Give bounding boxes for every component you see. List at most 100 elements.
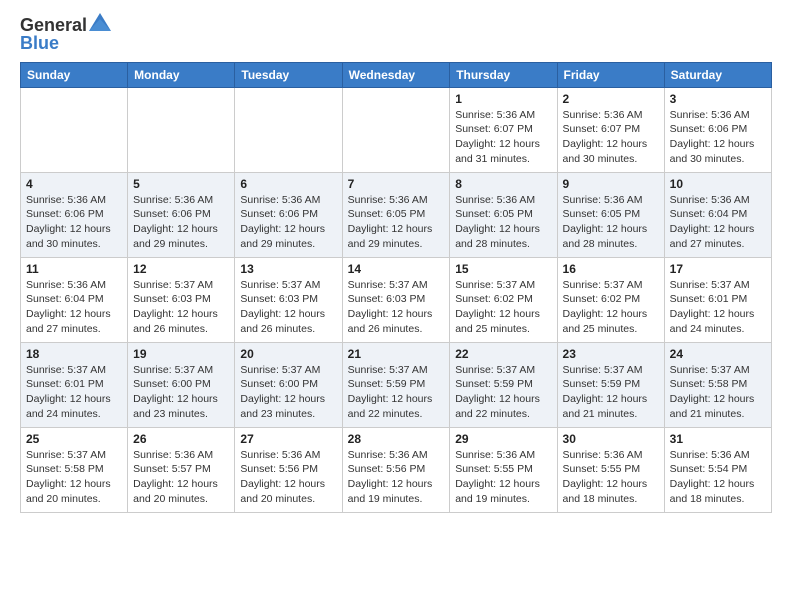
logo: General Blue — [20, 16, 111, 54]
calendar-cell: 2 Sunrise: 5:36 AM Sunset: 6:07 PM Daylig… — [557, 87, 664, 172]
day-number: 24 — [670, 347, 766, 361]
day-number: 10 — [670, 177, 766, 191]
day-info: Sunrise: 5:37 AM Sunset: 6:01 PM Dayligh… — [670, 278, 766, 337]
day-info: Sunrise: 5:36 AM Sunset: 5:54 PM Dayligh… — [670, 448, 766, 507]
calendar-cell: 27 Sunrise: 5:36 AM Sunset: 5:56 PM Dayli… — [235, 427, 342, 512]
day-info: Sunrise: 5:36 AM Sunset: 6:04 PM Dayligh… — [670, 193, 766, 252]
day-number: 25 — [26, 432, 122, 446]
day-info: Sunrise: 5:36 AM Sunset: 6:05 PM Dayligh… — [348, 193, 445, 252]
day-info: Sunrise: 5:36 AM Sunset: 5:55 PM Dayligh… — [563, 448, 659, 507]
week-row-5: 25 Sunrise: 5:37 AM Sunset: 5:58 PM Dayli… — [21, 427, 772, 512]
logo-icon — [89, 13, 111, 31]
day-info: Sunrise: 5:36 AM Sunset: 6:06 PM Dayligh… — [133, 193, 229, 252]
calendar-cell: 10 Sunrise: 5:36 AM Sunset: 6:04 PM Dayli… — [664, 172, 771, 257]
calendar-cell: 21 Sunrise: 5:37 AM Sunset: 5:59 PM Dayli… — [342, 342, 450, 427]
day-info: Sunrise: 5:36 AM Sunset: 6:06 PM Dayligh… — [26, 193, 122, 252]
day-number: 18 — [26, 347, 122, 361]
week-row-2: 4 Sunrise: 5:36 AM Sunset: 6:06 PM Daylig… — [21, 172, 772, 257]
day-number: 13 — [240, 262, 336, 276]
day-number: 7 — [348, 177, 445, 191]
day-info: Sunrise: 5:37 AM Sunset: 5:59 PM Dayligh… — [348, 363, 445, 422]
calendar-cell: 6 Sunrise: 5:36 AM Sunset: 6:06 PM Daylig… — [235, 172, 342, 257]
calendar-cell: 31 Sunrise: 5:36 AM Sunset: 5:54 PM Dayli… — [664, 427, 771, 512]
calendar-cell — [235, 87, 342, 172]
calendar-cell: 25 Sunrise: 5:37 AM Sunset: 5:58 PM Dayli… — [21, 427, 128, 512]
day-info: Sunrise: 5:36 AM Sunset: 5:56 PM Dayligh… — [348, 448, 445, 507]
calendar-cell: 13 Sunrise: 5:37 AM Sunset: 6:03 PM Dayli… — [235, 257, 342, 342]
calendar-cell: 7 Sunrise: 5:36 AM Sunset: 6:05 PM Daylig… — [342, 172, 450, 257]
day-info: Sunrise: 5:37 AM Sunset: 5:58 PM Dayligh… — [26, 448, 122, 507]
day-number: 16 — [563, 262, 659, 276]
logo-blue: Blue — [20, 34, 59, 54]
calendar-table: SundayMondayTuesdayWednesdayThursdayFrid… — [20, 62, 772, 513]
calendar-cell: 12 Sunrise: 5:37 AM Sunset: 6:03 PM Dayli… — [128, 257, 235, 342]
day-info: Sunrise: 5:37 AM Sunset: 6:00 PM Dayligh… — [133, 363, 229, 422]
calendar-cell: 19 Sunrise: 5:37 AM Sunset: 6:00 PM Dayli… — [128, 342, 235, 427]
day-number: 3 — [670, 92, 766, 106]
day-number: 21 — [348, 347, 445, 361]
col-header-friday: Friday — [557, 62, 664, 87]
calendar-cell — [21, 87, 128, 172]
day-info: Sunrise: 5:37 AM Sunset: 6:02 PM Dayligh… — [455, 278, 551, 337]
day-number: 15 — [455, 262, 551, 276]
col-header-monday: Monday — [128, 62, 235, 87]
day-info: Sunrise: 5:36 AM Sunset: 6:04 PM Dayligh… — [26, 278, 122, 337]
day-number: 11 — [26, 262, 122, 276]
calendar-cell: 17 Sunrise: 5:37 AM Sunset: 6:01 PM Dayli… — [664, 257, 771, 342]
calendar-cell — [342, 87, 450, 172]
header-row: SundayMondayTuesdayWednesdayThursdayFrid… — [21, 62, 772, 87]
day-number: 23 — [563, 347, 659, 361]
day-info: Sunrise: 5:37 AM Sunset: 6:03 PM Dayligh… — [348, 278, 445, 337]
col-header-wednesday: Wednesday — [342, 62, 450, 87]
day-number: 4 — [26, 177, 122, 191]
day-number: 8 — [455, 177, 551, 191]
calendar-cell: 23 Sunrise: 5:37 AM Sunset: 5:59 PM Dayli… — [557, 342, 664, 427]
day-number: 29 — [455, 432, 551, 446]
calendar-cell: 30Sunrise: 5:36 AM Sunset: 5:55 PM Dayli… — [557, 427, 664, 512]
day-number: 17 — [670, 262, 766, 276]
day-info: Sunrise: 5:37 AM Sunset: 6:03 PM Dayligh… — [240, 278, 336, 337]
day-number: 9 — [563, 177, 659, 191]
day-info: Sunrise: 5:37 AM Sunset: 6:01 PM Dayligh… — [26, 363, 122, 422]
day-number: 12 — [133, 262, 229, 276]
calendar-cell: 18 Sunrise: 5:37 AM Sunset: 6:01 PM Dayli… — [21, 342, 128, 427]
day-info: Sunrise: 5:36 AM Sunset: 6:06 PM Dayligh… — [240, 193, 336, 252]
day-number: 27 — [240, 432, 336, 446]
calendar-cell — [128, 87, 235, 172]
day-info: Sunrise: 5:37 AM Sunset: 6:00 PM Dayligh… — [240, 363, 336, 422]
day-info: Sunrise: 5:36 AM Sunset: 6:05 PM Dayligh… — [455, 193, 551, 252]
day-info: Sunrise: 5:37 AM Sunset: 5:58 PM Dayligh… — [670, 363, 766, 422]
day-number: 19 — [133, 347, 229, 361]
col-header-tuesday: Tuesday — [235, 62, 342, 87]
col-header-sunday: Sunday — [21, 62, 128, 87]
day-number: 2 — [563, 92, 659, 106]
day-info: Sunrise: 5:37 AM Sunset: 5:59 PM Dayligh… — [455, 363, 551, 422]
day-info: Sunrise: 5:36 AM Sunset: 6:05 PM Dayligh… — [563, 193, 659, 252]
calendar-cell: 22 Sunrise: 5:37 AM Sunset: 5:59 PM Dayli… — [450, 342, 557, 427]
day-number: 6 — [240, 177, 336, 191]
day-info: Sunrise: 5:37 AM Sunset: 6:02 PM Dayligh… — [563, 278, 659, 337]
day-info: Sunrise: 5:36 AM Sunset: 5:57 PM Dayligh… — [133, 448, 229, 507]
calendar-cell: 29Sunrise: 5:36 AM Sunset: 5:55 PM Dayli… — [450, 427, 557, 512]
calendar-cell: 5Sunrise: 5:36 AM Sunset: 6:06 PM Daylig… — [128, 172, 235, 257]
col-header-saturday: Saturday — [664, 62, 771, 87]
week-row-1: 1 Sunrise: 5:36 AM Sunset: 6:07 PM Daylig… — [21, 87, 772, 172]
calendar-cell: 28 Sunrise: 5:36 AM Sunset: 5:56 PM Dayli… — [342, 427, 450, 512]
calendar-cell: 16 Sunrise: 5:37 AM Sunset: 6:02 PM Dayli… — [557, 257, 664, 342]
week-row-4: 18 Sunrise: 5:37 AM Sunset: 6:01 PM Dayli… — [21, 342, 772, 427]
week-row-3: 11 Sunrise: 5:36 AM Sunset: 6:04 PM Dayli… — [21, 257, 772, 342]
day-number: 28 — [348, 432, 445, 446]
day-number: 1 — [455, 92, 551, 106]
day-number: 26 — [133, 432, 229, 446]
calendar-cell: 20Sunrise: 5:37 AM Sunset: 6:00 PM Dayli… — [235, 342, 342, 427]
calendar-cell: 15 Sunrise: 5:37 AM Sunset: 6:02 PM Dayli… — [450, 257, 557, 342]
day-info: Sunrise: 5:37 AM Sunset: 5:59 PM Dayligh… — [563, 363, 659, 422]
day-info: Sunrise: 5:36 AM Sunset: 6:07 PM Dayligh… — [455, 108, 551, 167]
day-number: 22 — [455, 347, 551, 361]
calendar-cell: 14Sunrise: 5:37 AM Sunset: 6:03 PM Dayli… — [342, 257, 450, 342]
day-info: Sunrise: 5:37 AM Sunset: 6:03 PM Dayligh… — [133, 278, 229, 337]
day-info: Sunrise: 5:36 AM Sunset: 6:07 PM Dayligh… — [563, 108, 659, 167]
calendar-cell: 9 Sunrise: 5:36 AM Sunset: 6:05 PM Daylig… — [557, 172, 664, 257]
day-number: 31 — [670, 432, 766, 446]
day-info: Sunrise: 5:36 AM Sunset: 5:56 PM Dayligh… — [240, 448, 336, 507]
